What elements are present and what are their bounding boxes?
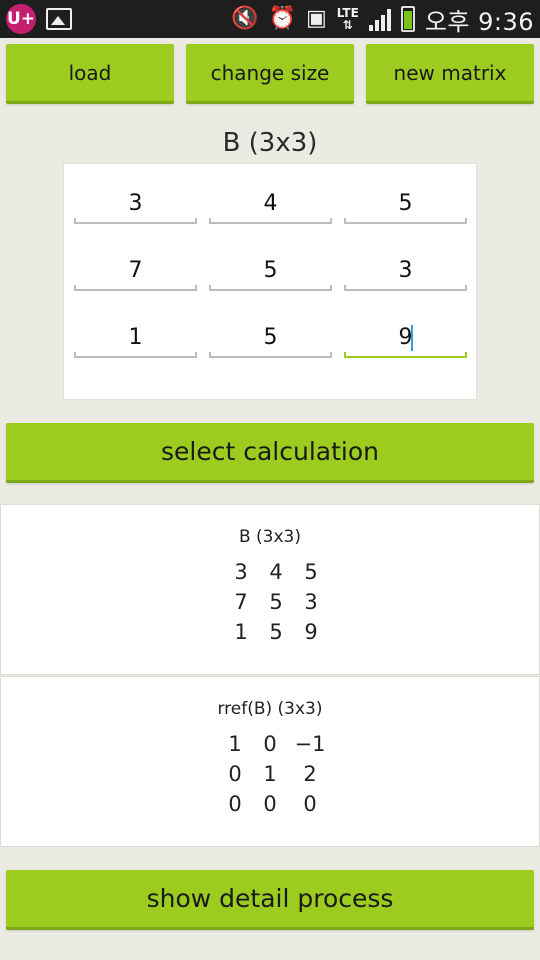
result-value: 0 (228, 792, 242, 816)
status-time: 오후 9:36 (424, 7, 534, 36)
result-value: 5 (304, 560, 318, 584)
status-bar: U+ 🔇 ⏰ ▣ LTE ⇅ 오후 9:36 (0, 0, 540, 38)
load-button[interactable]: load (6, 44, 174, 104)
matrix-cell-1-2[interactable]: 3 (344, 251, 467, 291)
uplus-icon: U+ (6, 4, 36, 34)
result-value: 7 (234, 590, 248, 614)
matrix-cell-0-0[interactable]: 3 (74, 184, 197, 224)
result-row: 7 5 3 (1, 590, 539, 620)
result-value: 0 (263, 732, 277, 756)
result-value: 9 (304, 620, 318, 644)
result-value: 0 (303, 792, 317, 816)
result-value: 1 (228, 732, 242, 756)
result-row: 1 5 9 (1, 620, 539, 650)
select-calculation-button[interactable]: select calculation (6, 423, 534, 483)
matrix-cell-0-1[interactable]: 4 (209, 184, 332, 224)
result-title: rref(B) (3x3) (217, 699, 323, 719)
sim-icon: ▣ (305, 6, 327, 31)
result-value: 5 (269, 620, 283, 644)
lte-icon: LTE ⇅ (336, 6, 359, 32)
result-value: 5 (269, 590, 283, 614)
text-cursor (410, 325, 413, 351)
result-value: 3 (234, 560, 248, 584)
result-value: −1 (294, 732, 326, 756)
matrix-editor: 3 4 5 7 5 3 1 5 9 (63, 163, 477, 400)
toolbar: load change size new matrix (6, 44, 534, 104)
matrix-cell-0-2[interactable]: 5 (344, 184, 467, 224)
result-value: 0 (263, 792, 277, 816)
matrix-cell-2-2[interactable]: 9 (344, 318, 467, 358)
matrix-cell-1-1[interactable]: 5 (209, 251, 332, 291)
battery-icon (400, 6, 415, 32)
result-value: 2 (303, 762, 317, 786)
matrix-cell-2-1[interactable]: 5 (209, 318, 332, 358)
matrix-cell-1-0[interactable]: 7 (74, 251, 197, 291)
result-panel-original: B (3x3) 3 4 5 7 5 3 1 5 9 (0, 504, 540, 675)
matrix-title: B (3x3) (222, 128, 318, 158)
mute-icon: 🔇 (231, 6, 259, 31)
result-value: 1 (234, 620, 248, 644)
change-size-button[interactable]: change size (186, 44, 354, 104)
result-panel-rref: rref(B) (3x3) 1 0 −1 0 1 2 0 0 0 (0, 676, 540, 847)
image-notification-icon (46, 8, 72, 30)
result-value: 4 (269, 560, 283, 584)
result-row: 0 0 0 (1, 792, 539, 822)
result-title: B (3x3) (238, 527, 302, 547)
matrix-cell-2-0[interactable]: 1 (74, 318, 197, 358)
show-detail-process-button[interactable]: show detail process (6, 870, 534, 930)
result-value: 3 (304, 590, 318, 614)
result-row: 1 0 −1 (1, 732, 539, 762)
result-row: 3 4 5 (1, 560, 539, 590)
result-row: 0 1 2 (1, 762, 539, 792)
result-value: 0 (228, 762, 242, 786)
alarm-icon: ⏰ (268, 6, 296, 31)
signal-icon (368, 7, 391, 31)
result-value: 1 (263, 762, 277, 786)
new-matrix-button[interactable]: new matrix (366, 44, 534, 104)
